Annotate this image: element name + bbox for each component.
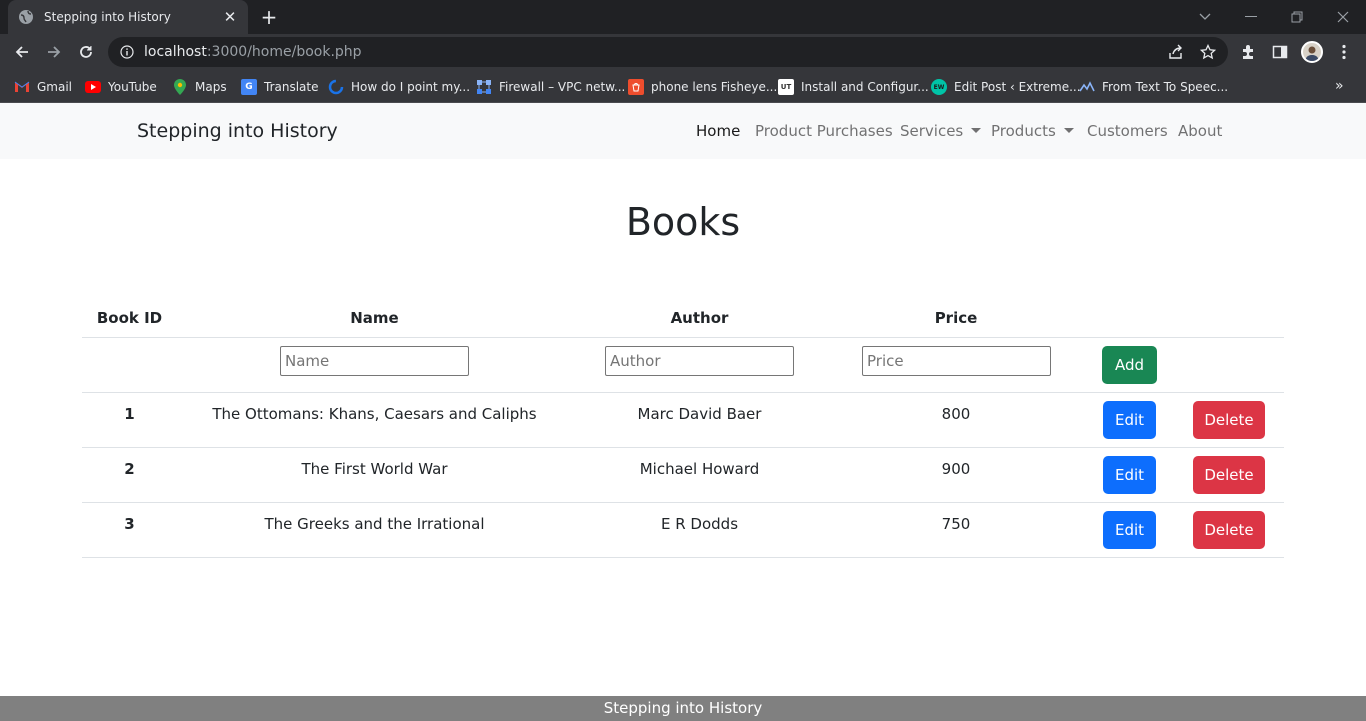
bookmark-youtube[interactable]: YouTube — [85, 76, 157, 98]
book-author: Michael Howard — [639, 460, 760, 478]
book-author: E R Dodds — [660, 515, 739, 533]
delete-button[interactable]: Delete — [1193, 511, 1265, 549]
site-info-icon[interactable] — [120, 45, 134, 59]
site-navbar: Stepping into History Home Product Purch… — [0, 103, 1366, 159]
bookmarks-bar: Gmail YouTube Maps G Translate How do I … — [0, 70, 1366, 103]
link-icon — [328, 79, 344, 95]
chrome-menu-icon[interactable] — [1334, 42, 1354, 62]
url-host: localhost — [144, 44, 207, 60]
site-footer: Stepping into History — [0, 696, 1366, 721]
edit-button[interactable]: Edit — [1103, 456, 1156, 494]
close-window-icon[interactable] — [1320, 0, 1366, 34]
ut-icon: UT — [778, 79, 794, 95]
profile-avatar[interactable] — [1301, 41, 1323, 63]
side-panel-icon[interactable] — [1270, 42, 1290, 62]
address-bar[interactable]: localhost:3000/home/book.php — [108, 37, 1228, 67]
bookmark-star-icon[interactable] — [1200, 44, 1216, 60]
browser-tabstrip: Stepping into History ✕ + — [0, 0, 1366, 34]
header-book-id: Book ID — [96, 309, 163, 327]
book-id: 3 — [124, 515, 135, 533]
book-author: Marc David Baer — [637, 405, 762, 423]
caret-down-icon — [1063, 128, 1074, 133]
bookmark-maps[interactable]: Maps — [172, 76, 227, 98]
minimize-icon[interactable] — [1228, 0, 1274, 34]
table-row: 2 The First World War Michael Howard 900… — [82, 448, 1284, 503]
header-author: Author — [670, 309, 729, 327]
share-icon[interactable] — [1168, 44, 1184, 60]
bookmark-install-configure[interactable]: UT Install and Configur... — [778, 76, 929, 98]
nav-product-purchases[interactable]: Product Purchases — [755, 122, 893, 140]
close-tab-icon[interactable]: ✕ — [222, 8, 238, 26]
table-row: 3 The Greeks and the Irrational E R Dodd… — [82, 503, 1284, 558]
translate-icon: G — [241, 79, 257, 95]
navbar-brand[interactable]: Stepping into History — [137, 120, 338, 142]
add-book-row: Add — [82, 338, 1284, 393]
browser-toolbar: localhost:3000/home/book.php — [0, 34, 1366, 70]
nav-products-label: Products — [991, 122, 1056, 140]
header-price: Price — [934, 309, 978, 327]
book-price: 750 — [941, 515, 971, 533]
book-price: 800 — [941, 405, 971, 423]
maps-icon — [172, 79, 188, 95]
more-bookmarks-icon[interactable]: » — [1335, 78, 1344, 94]
page-title: Books — [625, 200, 741, 244]
name-input[interactable] — [280, 346, 469, 376]
globe-icon — [18, 9, 34, 25]
youtube-icon — [85, 79, 101, 95]
book-id: 1 — [124, 405, 135, 423]
table-header-row: Book ID Name Author Price — [82, 298, 1284, 338]
author-input[interactable] — [605, 346, 794, 376]
caret-down-icon — [971, 128, 982, 133]
new-tab-button[interactable]: + — [258, 6, 280, 28]
tab-search-icon[interactable] — [1182, 0, 1228, 34]
add-button[interactable]: Add — [1102, 346, 1157, 384]
edit-button[interactable]: Edit — [1103, 401, 1156, 439]
bookmark-translate[interactable]: G Translate — [241, 76, 319, 98]
delete-button[interactable]: Delete — [1193, 456, 1265, 494]
nav-services[interactable]: Services — [900, 122, 982, 140]
bookmark-how-do-i-point[interactable]: How do I point my... — [328, 76, 470, 98]
url-text: localhost:3000/home/book.php — [144, 44, 362, 60]
book-name: The Greeks and the Irrational — [264, 515, 485, 533]
nav-customers[interactable]: Customers — [1087, 122, 1168, 140]
url-path: :3000/home/book.php — [206, 44, 362, 60]
browser-tab[interactable]: Stepping into History ✕ — [8, 0, 248, 34]
nav-about[interactable]: About — [1178, 122, 1222, 140]
delete-button[interactable]: Delete — [1193, 401, 1265, 439]
bookmark-edit-post[interactable]: EW Edit Post ‹ Extreme... — [931, 76, 1081, 98]
ew-icon: EW — [931, 79, 947, 95]
forward-icon[interactable] — [42, 40, 66, 64]
nav-products[interactable]: Products — [991, 122, 1074, 140]
shop-icon — [628, 79, 644, 95]
tab-title: Stepping into History — [44, 10, 171, 24]
extensions-icon[interactable] — [1238, 42, 1258, 62]
bookmark-firewall[interactable]: Firewall – VPC netw... — [476, 76, 625, 98]
reload-icon[interactable] — [74, 40, 98, 64]
restore-icon[interactable] — [1274, 0, 1320, 34]
book-name: The Ottomans: Khans, Caesars and Caliphs — [212, 405, 537, 423]
price-input[interactable] — [862, 346, 1051, 376]
table-row: 1 The Ottomans: Khans, Caesars and Calip… — [82, 393, 1284, 448]
nav-home[interactable]: Home — [696, 122, 740, 140]
nav-services-label: Services — [900, 122, 964, 140]
back-icon[interactable] — [10, 40, 34, 64]
book-price: 900 — [941, 460, 971, 478]
gmail-icon — [14, 79, 30, 95]
edit-button[interactable]: Edit — [1103, 511, 1156, 549]
bookmark-phone-lens[interactable]: phone lens Fisheye... — [628, 76, 777, 98]
book-id: 2 — [124, 460, 135, 478]
book-name: The First World War — [301, 460, 448, 478]
bookmark-gmail[interactable]: Gmail — [14, 76, 72, 98]
network-icon — [476, 79, 492, 95]
speech-icon — [1079, 79, 1095, 95]
header-name: Name — [350, 309, 399, 327]
bookmark-text-to-speech[interactable]: From Text To Speec... — [1079, 76, 1228, 98]
